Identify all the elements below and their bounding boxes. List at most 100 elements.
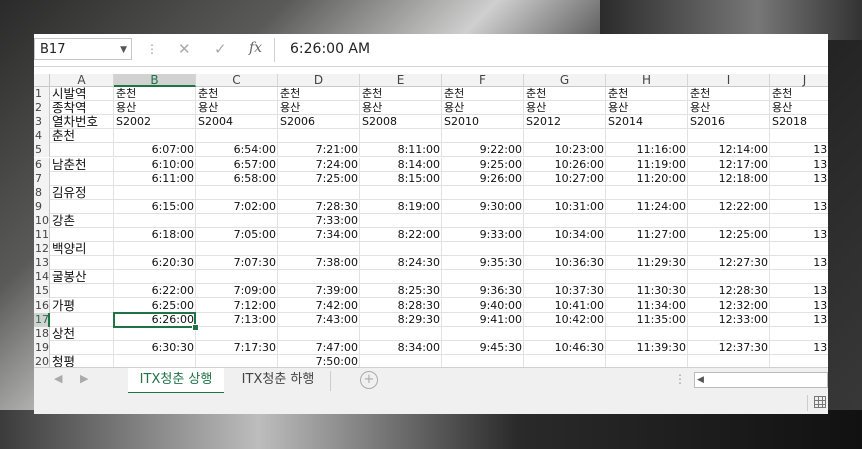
- cell-g7[interactable]: 10:27:00: [524, 171, 606, 186]
- cell-i11[interactable]: 12:25:00: [688, 228, 770, 242]
- cell-i12[interactable]: [688, 242, 770, 257]
- row-header[interactable]: 18: [34, 326, 50, 341]
- cell-b10[interactable]: [114, 213, 196, 228]
- cell-a18[interactable]: 상천: [50, 326, 114, 341]
- cell-i8[interactable]: [688, 185, 770, 200]
- cell-h4[interactable]: [606, 129, 688, 144]
- cell-h5[interactable]: 11:16:00: [606, 143, 688, 158]
- cell-j5[interactable]: 13:0: [770, 143, 828, 158]
- column-header-g[interactable]: G: [524, 74, 606, 87]
- cell-d5[interactable]: 7:21:00: [278, 143, 360, 158]
- cell-a12[interactable]: 백양리: [50, 242, 114, 257]
- cell-c18[interactable]: [196, 326, 278, 341]
- formula-input[interactable]: 6:26:00 AM: [290, 41, 370, 57]
- cell-i16[interactable]: 12:32:00: [688, 298, 770, 313]
- cell-b5[interactable]: 6:07:00: [114, 143, 196, 158]
- row-header[interactable]: 17: [34, 312, 50, 327]
- cell-c7[interactable]: 6:58:00: [196, 171, 278, 186]
- cell-h16[interactable]: 11:34:00: [606, 298, 688, 313]
- cell-e12[interactable]: [360, 242, 442, 257]
- row-header[interactable]: 9: [34, 199, 50, 214]
- row-header[interactable]: 2: [34, 101, 50, 116]
- cell-c19[interactable]: 7:17:30: [196, 340, 278, 355]
- cell-b15[interactable]: 6:22:00: [114, 284, 196, 299]
- cell-i18[interactable]: [688, 326, 770, 341]
- cell-f3[interactable]: S2010: [442, 115, 524, 130]
- cell-g12[interactable]: [524, 242, 606, 257]
- cell-e5[interactable]: 8:11:00: [360, 143, 442, 158]
- cell-c15[interactable]: 7:09:00: [196, 284, 278, 299]
- cell-b7[interactable]: 6:11:00: [114, 171, 196, 186]
- cell-j14[interactable]: [770, 270, 828, 285]
- cell-c11[interactable]: 7:05:00: [196, 228, 278, 242]
- cell-a10[interactable]: 강촌: [50, 213, 114, 228]
- cell-f6[interactable]: 9:25:00: [442, 157, 524, 172]
- cell-b17[interactable]: 6:26:00: [114, 312, 196, 327]
- cell-d8[interactable]: [278, 185, 360, 200]
- cell-a9[interactable]: [50, 199, 114, 214]
- cell-j7[interactable]: 13:1: [770, 172, 828, 186]
- cell-b13[interactable]: 6:20:30: [114, 256, 196, 271]
- cell-i7[interactable]: 12:18:00: [688, 171, 770, 186]
- cell-g10[interactable]: [524, 213, 606, 228]
- cell-b2[interactable]: 용산: [114, 101, 196, 116]
- cell-a6[interactable]: 남춘천: [50, 157, 114, 172]
- cell-e2[interactable]: 용산: [360, 101, 442, 116]
- cell-d18[interactable]: [278, 326, 360, 341]
- cell-d2[interactable]: 용산: [278, 101, 360, 116]
- cell-g5[interactable]: 10:23:00: [524, 143, 606, 158]
- cell-b12[interactable]: [114, 242, 196, 257]
- horizontal-scrollbar[interactable]: ◀: [694, 372, 828, 388]
- cell-c1[interactable]: 춘천: [196, 87, 278, 101]
- cell-j4[interactable]: [770, 129, 828, 144]
- cell-e1[interactable]: 춘천: [360, 87, 442, 101]
- cell-e6[interactable]: 8:14:00: [360, 157, 442, 172]
- cell-f8[interactable]: [442, 185, 524, 200]
- cell-j3[interactable]: S2018: [770, 115, 828, 130]
- cell-c10[interactable]: [196, 213, 278, 228]
- cell-d17[interactable]: 7:43:00: [278, 312, 360, 327]
- cell-h9[interactable]: 11:24:00: [606, 199, 688, 214]
- cell-i19[interactable]: 12:37:30: [688, 340, 770, 355]
- cell-c6[interactable]: 6:57:00: [196, 157, 278, 172]
- cell-e10[interactable]: [360, 213, 442, 228]
- cell-j9[interactable]: 13:1: [770, 200, 828, 214]
- cell-e18[interactable]: [360, 326, 442, 341]
- cell-a4[interactable]: 춘천: [50, 129, 114, 144]
- cell-g16[interactable]: 10:41:00: [524, 298, 606, 313]
- cell-d9[interactable]: 7:28:30: [278, 199, 360, 214]
- cell-d13[interactable]: 7:38:00: [278, 256, 360, 271]
- cell-b14[interactable]: [114, 270, 196, 285]
- cell-e17[interactable]: 8:29:30: [360, 312, 442, 327]
- cell-c5[interactable]: 6:54:00: [196, 143, 278, 158]
- column-header-f[interactable]: F: [442, 74, 524, 87]
- cell-g19[interactable]: 10:46:30: [524, 340, 606, 355]
- cell-c13[interactable]: 7:07:30: [196, 256, 278, 271]
- cell-c2[interactable]: 용산: [196, 101, 278, 116]
- cell-b6[interactable]: 6:10:00: [114, 157, 196, 172]
- cell-e16[interactable]: 8:28:30: [360, 298, 442, 313]
- cell-f7[interactable]: 9:26:00: [442, 171, 524, 186]
- cell-h18[interactable]: [606, 326, 688, 341]
- cell-f19[interactable]: 9:45:30: [442, 340, 524, 355]
- row-header[interactable]: 13: [34, 256, 50, 271]
- cell-a5[interactable]: [50, 143, 114, 158]
- cell-g11[interactable]: 10:34:00: [524, 228, 606, 242]
- cell-i10[interactable]: [688, 213, 770, 228]
- row-header[interactable]: 12: [34, 242, 50, 257]
- cell-a15[interactable]: [50, 284, 114, 299]
- cancel-icon[interactable]: ✕: [178, 40, 191, 58]
- row-header[interactable]: 5: [34, 143, 50, 158]
- cell-d10[interactable]: 7:33:00: [278, 213, 360, 228]
- cell-f18[interactable]: [442, 326, 524, 341]
- row-header[interactable]: 15: [34, 284, 50, 299]
- row-header[interactable]: 11: [34, 228, 50, 242]
- cell-e4[interactable]: [360, 129, 442, 144]
- column-header-e[interactable]: E: [360, 74, 442, 87]
- cell-b8[interactable]: [114, 185, 196, 200]
- cell-i9[interactable]: 12:22:00: [688, 199, 770, 214]
- cell-c12[interactable]: [196, 242, 278, 257]
- function-icon[interactable]: fx: [249, 40, 262, 56]
- cell-j6[interactable]: 13:1: [770, 158, 828, 172]
- cell-h8[interactable]: [606, 185, 688, 200]
